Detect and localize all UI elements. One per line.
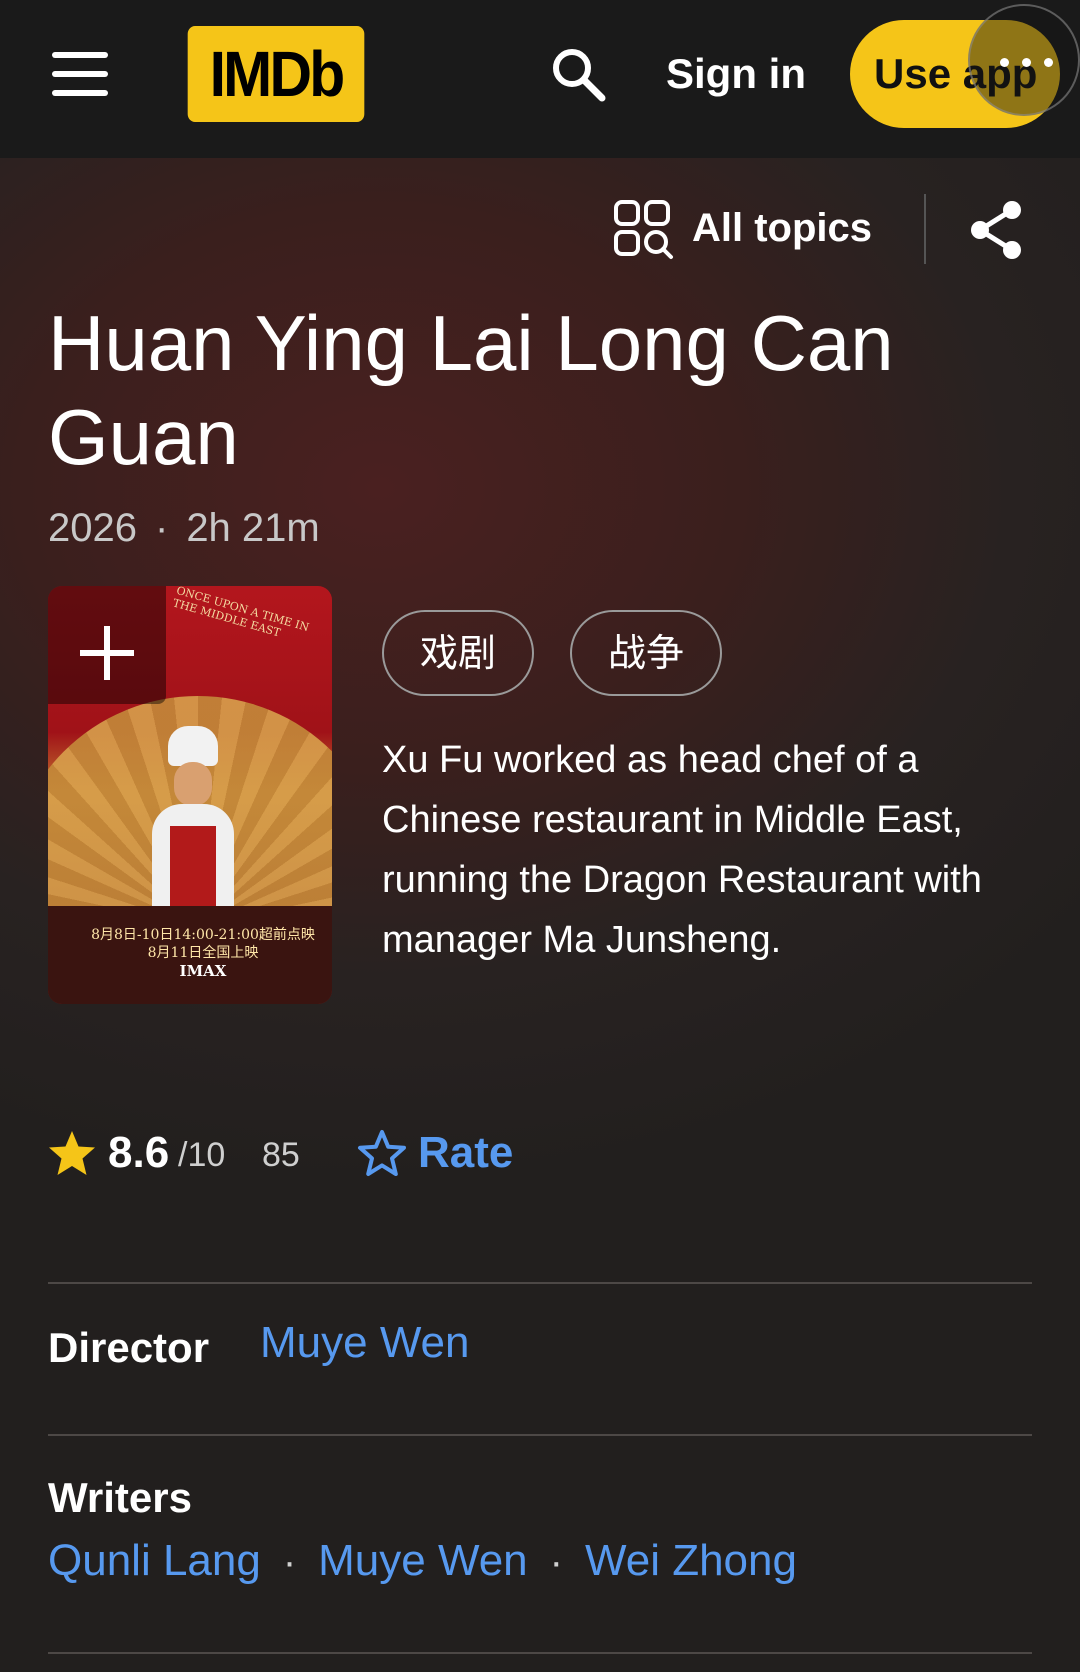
section-divider: [48, 1434, 1032, 1436]
subnav: All topics: [0, 158, 1080, 298]
genre-chip[interactable]: 戏剧: [382, 610, 535, 696]
poster-tagline: ONCE UPON A TIME IN THE MIDDLE EAST: [171, 586, 311, 640]
menu-icon[interactable]: [52, 52, 112, 96]
runtime: 2h 21m: [186, 506, 320, 550]
poster-chef-figure: [146, 726, 238, 926]
writer-separator: ·: [549, 1540, 563, 1584]
section-divider: [48, 1282, 1032, 1284]
star-filled-icon: [49, 1131, 95, 1175]
subnav-divider: [924, 194, 926, 264]
rate-label: Rate: [418, 1128, 514, 1177]
section-divider: [48, 1652, 1032, 1654]
star-outline-icon: [358, 1130, 406, 1176]
director-label: Director: [48, 1324, 210, 1371]
more-dots-icon[interactable]: [968, 4, 1080, 116]
poster-release-line-2: 8月11日全国上映: [147, 945, 259, 961]
meta-separator: ·: [154, 506, 169, 550]
imdb-logo[interactable]: IMDb: [187, 26, 365, 122]
poster-image[interactable]: ONCE UPON A TIME IN THE MIDDLE EAST 8月8日…: [48, 586, 332, 1004]
search-icon[interactable]: [548, 44, 608, 104]
rating-row: 8.6 /10 85 Rate: [46, 1124, 1046, 1184]
all-topics-link[interactable]: All topics: [692, 206, 872, 251]
director-link[interactable]: Muye Wen: [260, 1318, 470, 1368]
top-navigation-bar: IMDb Sign in Use app: [0, 0, 1080, 158]
poster-imax-label: IMAX: [179, 962, 227, 980]
writers-label: Writers: [48, 1474, 192, 1521]
imdb-rating-value[interactable]: 8.6: [108, 1128, 169, 1178]
poster-release-text: 8月8日-10日14:00-21:00超前点映 8月11日全国上映 IMAX: [88, 926, 318, 980]
writer-link[interactable]: Wei Zhong: [585, 1536, 797, 1585]
poster-release-line-1: 8月8日-10日14:00-21:00超前点映: [91, 927, 315, 943]
rating-count: 85: [262, 1136, 300, 1174]
writer-link[interactable]: Muye Wen: [318, 1536, 528, 1585]
title-meta: 2026 · 2h 21m: [48, 506, 320, 551]
imdb-rating-max: /10: [178, 1136, 226, 1174]
sign-in-link[interactable]: Sign in: [666, 44, 806, 104]
all-topics-icon[interactable]: [612, 198, 674, 260]
plot-summary: Xu Fu worked as head chef of a Chinese r…: [382, 739, 982, 961]
add-to-watchlist-plus-icon[interactable]: [48, 586, 166, 704]
writers-list: Qunli Lang · Muye Wen · Wei Zhong: [48, 1536, 797, 1586]
writer-separator: ·: [282, 1540, 297, 1584]
release-year[interactable]: 2026: [48, 506, 137, 550]
title-hero-section: All topics Huan Ying Lai Long Can Guan 2…: [0, 158, 1080, 1672]
share-icon[interactable]: [966, 198, 1026, 262]
writer-link[interactable]: Qunli Lang: [48, 1536, 261, 1585]
genre-chip[interactable]: 战争: [570, 610, 723, 696]
page-title: Huan Ying Lai Long Can Guan: [48, 299, 894, 481]
